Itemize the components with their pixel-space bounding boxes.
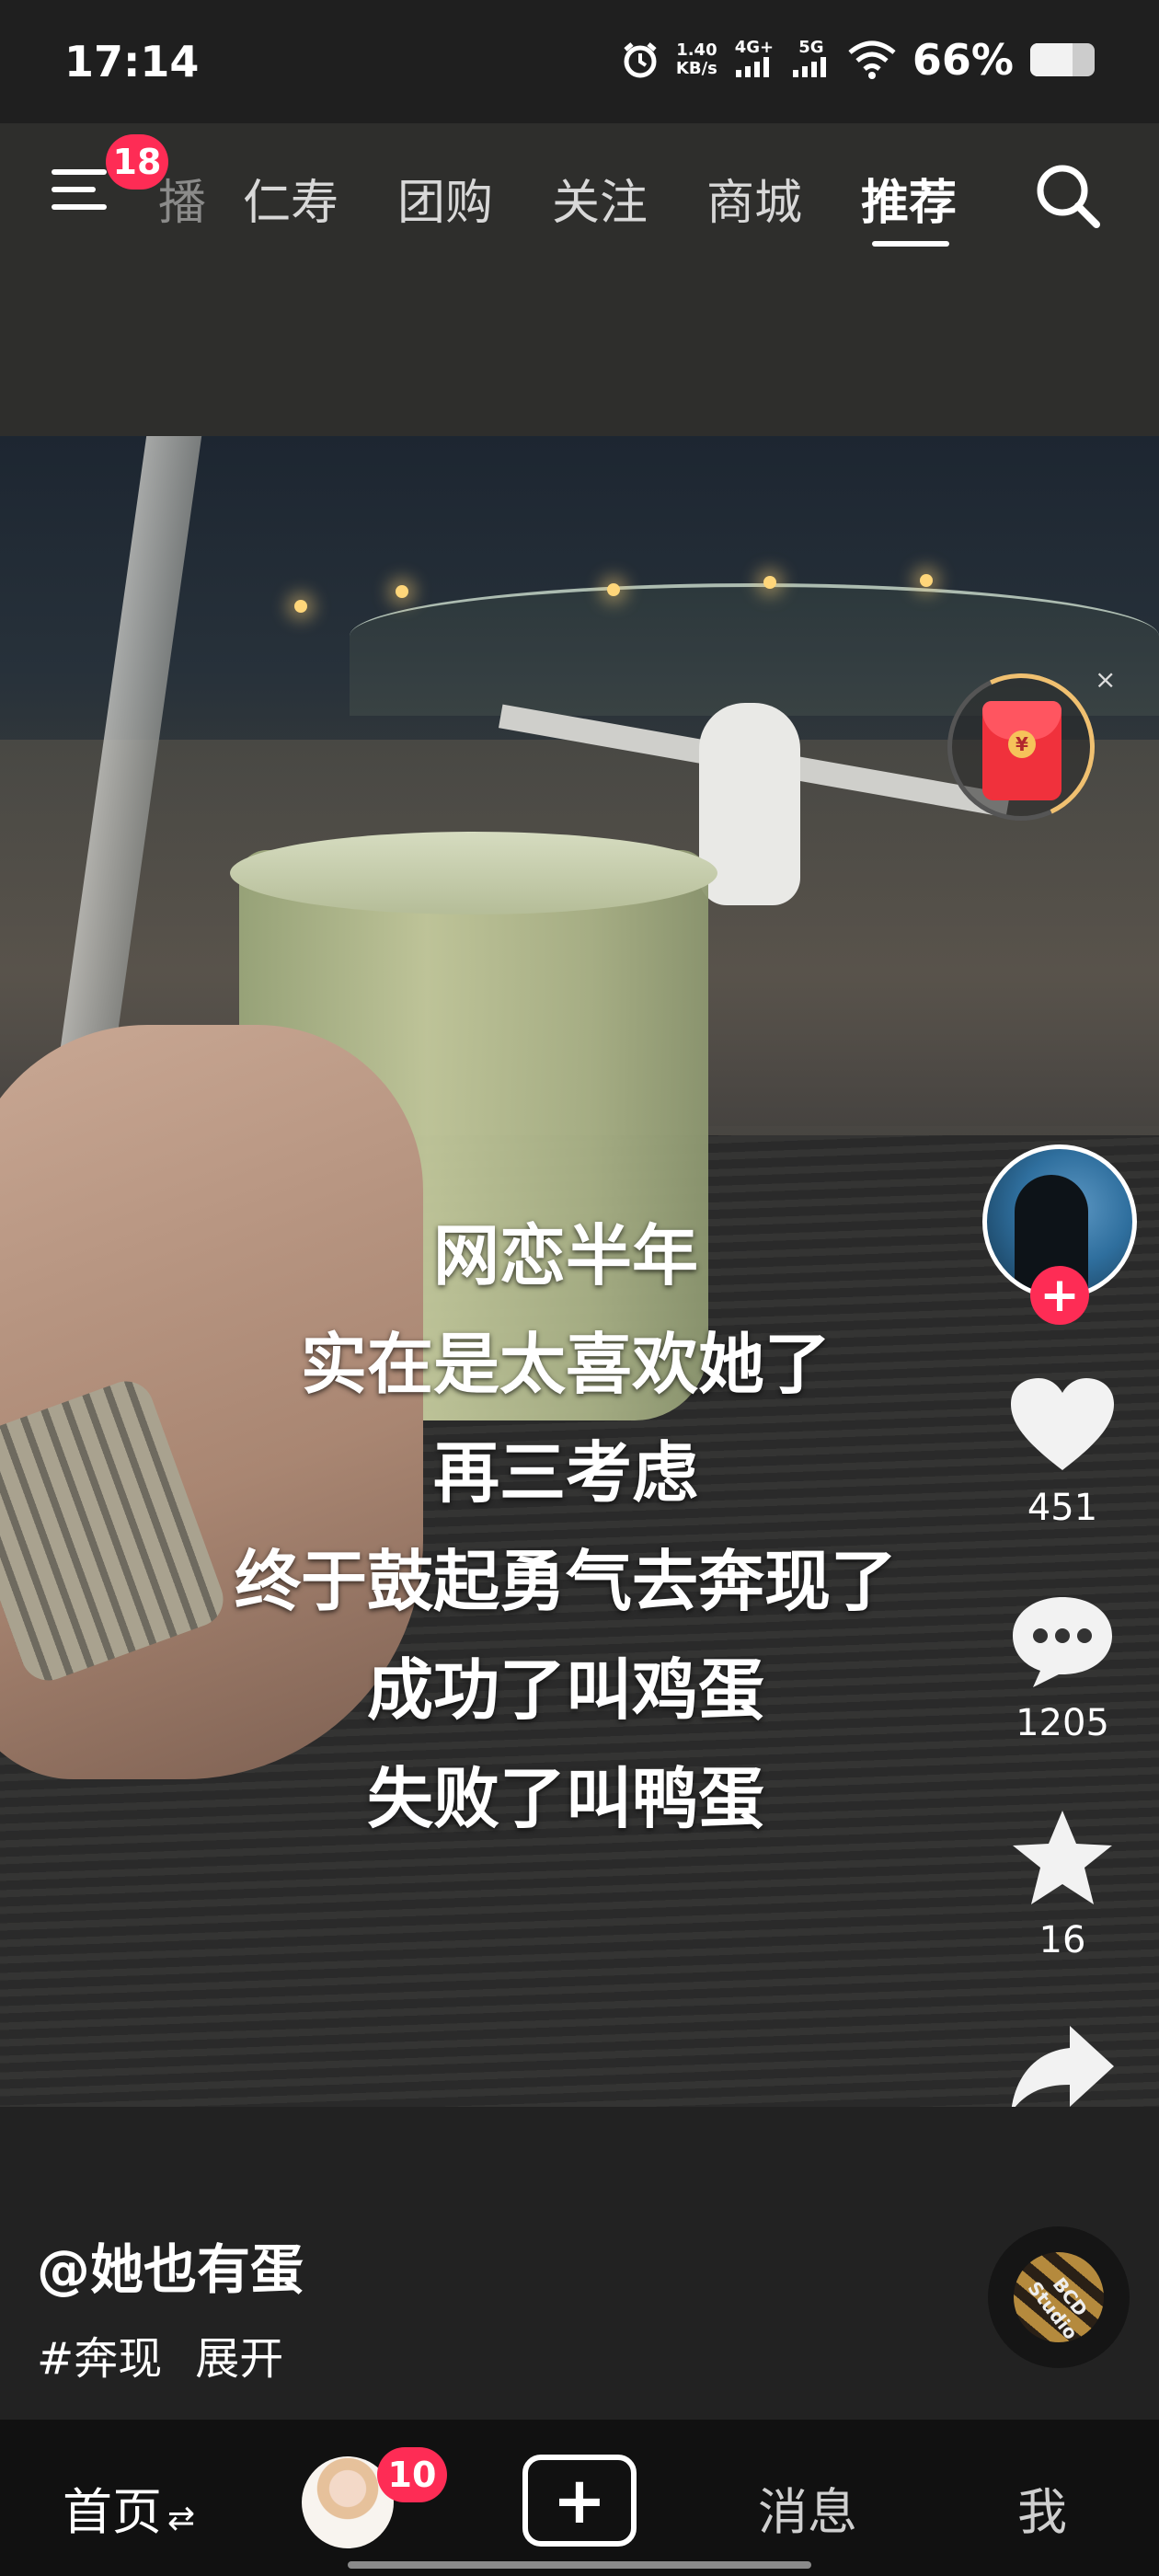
caption-line: 再三考虑 bbox=[432, 1434, 698, 1512]
battery-percent: 66% bbox=[912, 35, 1014, 85]
menu-icon-line bbox=[52, 204, 107, 210]
menu-icon bbox=[52, 169, 107, 175]
signal-bars-icon bbox=[735, 56, 769, 77]
video-light bbox=[294, 600, 307, 613]
heart-icon[interactable] bbox=[1007, 1374, 1118, 1476]
swap-icon: ⇄ bbox=[167, 2500, 196, 2537]
favorite-count: 16 bbox=[1039, 1919, 1086, 1961]
battery-icon bbox=[1030, 43, 1095, 76]
alarm-icon bbox=[624, 42, 657, 78]
home-indicator bbox=[348, 2561, 811, 2569]
nav-home-label: 首页 bbox=[63, 2483, 162, 2541]
caption-line: 实在是太喜欢她了 bbox=[300, 1326, 831, 1403]
hashtag-link[interactable]: #奔现 bbox=[37, 2333, 162, 2385]
video-light bbox=[763, 576, 776, 589]
tab-renshou[interactable]: 仁寿 bbox=[243, 164, 339, 233]
red-packet-coin: ¥ bbox=[1008, 730, 1036, 758]
battery-fill bbox=[1030, 43, 1073, 76]
follow-button[interactable]: + bbox=[1030, 1266, 1089, 1325]
star-icon[interactable] bbox=[1007, 1809, 1118, 1910]
signal-4g-label: 4G+ bbox=[734, 37, 775, 57]
create-button[interactable]: + bbox=[522, 2455, 637, 2547]
status-icons: 1.40 KB/s 4G+ 5G 66% bbox=[621, 35, 1095, 85]
nav-me[interactable]: 我 bbox=[1017, 2471, 1067, 2544]
menu-button[interactable] bbox=[52, 166, 110, 213]
caption-line: 终于鼓起勇气去奔现了 bbox=[234, 1543, 897, 1620]
video-light bbox=[607, 583, 620, 596]
comment-icon[interactable] bbox=[1007, 1592, 1118, 1693]
status-time: 17:14 bbox=[64, 37, 200, 86]
tab-partial[interactable]: 播 bbox=[158, 164, 206, 233]
nav-messages[interactable]: 消息 bbox=[758, 2471, 857, 2544]
music-disc[interactable]: BCD Studio bbox=[988, 2226, 1130, 2368]
search-icon[interactable] bbox=[1034, 162, 1102, 230]
tab-following[interactable]: 关注 bbox=[552, 164, 648, 233]
net-speed-value: 1.40 bbox=[676, 40, 717, 60]
signal-5g-label: 5G bbox=[798, 37, 824, 57]
video-light bbox=[396, 585, 408, 598]
author-name[interactable]: @她也有蛋 bbox=[37, 2226, 304, 2304]
friends-badge: 10 bbox=[377, 2447, 447, 2502]
red-packet-close-icon[interactable]: × bbox=[1095, 664, 1116, 695]
tab-group-buy[interactable]: 团购 bbox=[397, 164, 493, 233]
net-speed: 1.40 KB/s bbox=[676, 41, 717, 78]
signal-4g: 4G+ bbox=[734, 37, 775, 82]
wifi-icon bbox=[848, 40, 896, 79]
tab-mall[interactable]: 商城 bbox=[706, 164, 802, 233]
menu-icon-line bbox=[52, 187, 96, 192]
tab-active-indicator bbox=[872, 241, 949, 247]
like-count: 451 bbox=[1027, 1487, 1098, 1529]
comment-count: 1205 bbox=[1016, 1702, 1109, 1744]
nav-home[interactable]: 首页 ⇄ bbox=[63, 2471, 195, 2544]
video-cup-lid bbox=[230, 832, 717, 914]
expand-link[interactable]: 展开 bbox=[195, 2333, 283, 2385]
caption-line: 网恋半年 bbox=[432, 1217, 698, 1294]
signal-5g: 5G bbox=[791, 37, 832, 82]
tab-recommend[interactable]: 推荐 bbox=[861, 164, 957, 233]
net-speed-unit: KB/s bbox=[675, 59, 717, 78]
video-light bbox=[920, 574, 933, 587]
signal-bars-icon bbox=[792, 56, 826, 77]
video-description: #奔现 展开 bbox=[37, 2322, 316, 2386]
video-caption: 网恋半年 实在是太喜欢她了 再三考虑 终于鼓起勇气去奔现了 成功了叫鸡蛋 失败了… bbox=[0, 1202, 1131, 1853]
caption-line: 失败了叫鸭蛋 bbox=[366, 1760, 764, 1837]
caption-line: 成功了叫鸡蛋 bbox=[366, 1651, 764, 1729]
